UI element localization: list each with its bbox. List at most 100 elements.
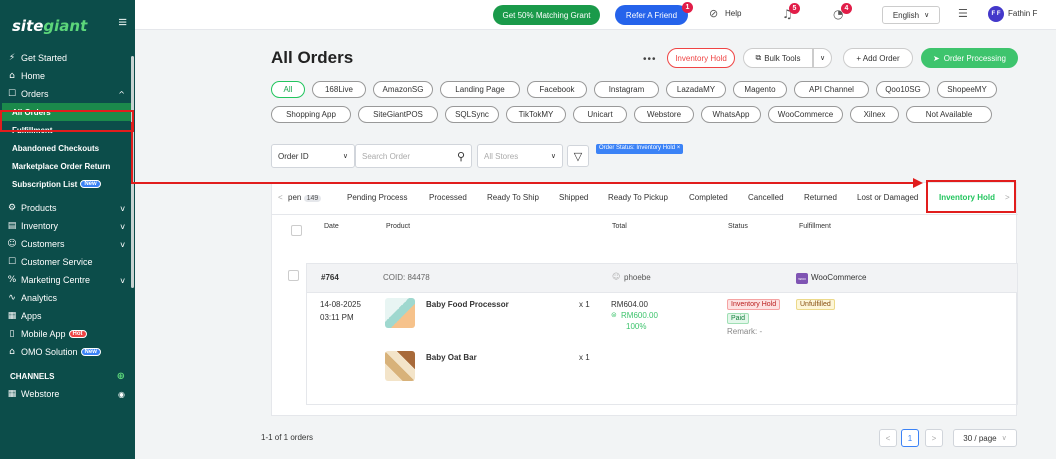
orders-count-label: 1-1 of 1 orders — [261, 433, 314, 442]
sidebar-item-products[interactable]: ⚙ Products v — [0, 199, 135, 217]
sidebar-item-customer-service[interactable]: ☐ Customer Service — [0, 253, 135, 271]
order-processing-label: Order Processing — [943, 53, 1006, 63]
sidebar-item-home[interactable]: ⌂ Home — [0, 67, 135, 85]
tab-ready-to-ship[interactable]: Ready To Ship — [487, 193, 539, 202]
tab-open[interactable]: pen 149 — [288, 193, 322, 202]
product-thumbnail[interactable] — [385, 351, 415, 381]
search-field-select[interactable]: Order ID ∨ — [271, 144, 355, 168]
channel-chip-qoo10sg[interactable]: Qoo10SG — [876, 81, 930, 98]
help-link[interactable]: Help — [725, 9, 741, 18]
tab-lost-or-damaged[interactable]: Lost or Damaged — [857, 193, 918, 202]
sidebar-item-label: Analytics — [21, 293, 58, 303]
tab-inventory-hold[interactable]: Inventory Hold — [939, 193, 995, 202]
sidebar-sub-all-orders[interactable]: All Orders — [2, 103, 133, 121]
refer-friend-button[interactable]: Refer A Friend — [615, 5, 688, 25]
channel-chip-api-channel[interactable]: API Channel — [794, 81, 869, 98]
page-size-select[interactable]: 30 / page ∨ — [953, 429, 1017, 447]
select-all-checkbox[interactable] — [291, 225, 302, 236]
woocommerce-logo-icon: woo — [796, 273, 808, 284]
product-thumbnail[interactable] — [385, 298, 415, 328]
channel-chip-xilnex[interactable]: Xilnex — [850, 106, 899, 123]
new-badge: New — [80, 180, 101, 188]
order-processing-button[interactable]: ➤ Order Processing — [921, 48, 1018, 68]
tab-shipped[interactable]: Shipped — [559, 193, 588, 202]
matching-grant-button[interactable]: Get 50% Matching Grant — [493, 5, 600, 25]
layout-icon[interactable]: ☰ — [958, 7, 968, 20]
sidebar-item-label: Customers — [21, 239, 65, 249]
status-filter-tag[interactable]: Order Status: Inventory Hold × — [596, 144, 684, 154]
tab-completed[interactable]: Completed — [689, 193, 728, 202]
channel-chip-tiktokmy[interactable]: TikTokMY — [506, 106, 566, 123]
pagination-page-1[interactable]: 1 — [901, 429, 919, 447]
search-icon[interactable]: ⚲ — [457, 150, 465, 163]
eye-icon[interactable]: ◉ — [118, 390, 125, 399]
channel-chip-whatsapp[interactable]: WhatsApp — [701, 106, 761, 123]
pagination-next[interactable]: > — [925, 429, 943, 447]
sidebar-item-mobile-app[interactable]: ▯ Mobile App Hot — [0, 325, 135, 343]
tab-ready-to-pickup[interactable]: Ready To Pickup — [608, 193, 668, 202]
bulk-tools-button[interactable]: ⧉ Bulk Tools — [743, 48, 813, 68]
sidebar-item-marketing-centre[interactable]: % Marketing Centre v — [0, 271, 135, 289]
channel-chip-webstore[interactable]: Webstore — [634, 106, 694, 123]
channel-chip-landing-page[interactable]: Landing Page — [440, 81, 520, 98]
timer-notification-badge: 4 — [841, 3, 852, 14]
channel-chip-unicart[interactable]: Unicart — [573, 106, 627, 123]
search-order-input[interactable]: Search Order ⚲ — [355, 144, 472, 168]
tabs-scroll-right-icon[interactable]: > — [1005, 193, 1010, 202]
avatar[interactable]: F F — [988, 6, 1004, 22]
page-size-value: 30 / page — [963, 433, 997, 443]
product-name[interactable]: Baby Food Processor — [426, 300, 509, 309]
language-select[interactable]: English ∨ — [882, 6, 940, 24]
sidebar-item-webstore[interactable]: ▦ Webstore ◉ — [0, 385, 135, 403]
sidebar-item-label: Inventory — [21, 221, 59, 231]
channel-chip-instagram[interactable]: Instagram — [594, 81, 659, 98]
chevron-up-icon: ^ — [118, 89, 125, 99]
filter-icon[interactable]: ▽ — [567, 145, 589, 167]
channel-chip-168live[interactable]: 168Live — [312, 81, 366, 98]
channel-chip-amazonsg[interactable]: AmazonSG — [373, 81, 433, 98]
sidebar-item-apps[interactable]: ▦ Apps — [0, 307, 135, 325]
channel-chip-woocommerce[interactable]: WooCommerce — [768, 106, 843, 123]
inventory-hold-button[interactable]: Inventory Hold — [667, 48, 735, 68]
order-checkbox[interactable] — [288, 270, 299, 281]
sidebar-item-omo-solution[interactable]: ⌂ OMO Solution New — [0, 343, 135, 361]
sitegiant-logo[interactable]: sitegiant — [12, 11, 87, 35]
sidebar-item-get-started[interactable]: ⚡ Get Started — [0, 49, 135, 67]
user-name[interactable]: Fathin F — [1008, 9, 1037, 18]
more-options-icon[interactable]: ••• — [643, 54, 657, 65]
channel-chip-magento[interactable]: Magento — [733, 81, 787, 98]
sidebar-item-inventory[interactable]: ▤ Inventory v — [0, 217, 135, 235]
channel-chip-sitegiantpos[interactable]: SiteGiantPOS — [358, 106, 438, 123]
bolt-icon: ⚡ — [8, 53, 16, 63]
annotation-connector-horizontal — [131, 182, 917, 184]
channel-chip-lazadamy[interactable]: LazadaMY — [666, 81, 726, 98]
tabs-scroll-left-icon[interactable]: < — [278, 193, 283, 202]
add-channel-icon[interactable]: ⊕ — [117, 371, 125, 382]
product-name[interactable]: Baby Oat Bar — [426, 353, 477, 362]
sidebar-sub-subscription-list[interactable]: Subscription List New — [0, 175, 135, 193]
channel-chip-facebook[interactable]: Facebook — [527, 81, 587, 98]
tab-pending-process[interactable]: Pending Process — [347, 193, 407, 202]
sidebar-item-analytics[interactable]: ∿ Analytics — [0, 289, 135, 307]
tab-returned[interactable]: Returned — [804, 193, 837, 202]
sidebar-item-orders[interactable]: ☐ Orders ^ — [0, 85, 135, 103]
sidebar-sub-marketplace-order-return[interactable]: Marketplace Order Return — [0, 157, 135, 175]
store-select[interactable]: All Stores ∨ — [477, 144, 563, 168]
pagination-prev[interactable]: < — [879, 429, 897, 447]
channel-chip-shopeemy[interactable]: ShopeeMY — [937, 81, 997, 98]
order-customer[interactable]: phoebe — [624, 273, 651, 282]
tab-cancelled[interactable]: Cancelled — [748, 193, 784, 202]
channel-chip-shopping-app[interactable]: Shopping App — [271, 106, 351, 123]
channel-chip-all[interactable]: All — [271, 81, 305, 98]
channel-chip-sqlsync[interactable]: SQLSync — [445, 106, 499, 123]
tab-processed[interactable]: Processed — [429, 193, 467, 202]
hamburger-menu-icon[interactable]: ≡ — [118, 15, 127, 30]
help-icon[interactable]: ⊘ — [709, 7, 718, 20]
sidebar-sub-abandoned-checkouts[interactable]: Abandoned Checkouts — [0, 139, 135, 157]
bulk-tools-dropdown[interactable]: ∨ — [813, 48, 832, 68]
sidebar-item-customers[interactable]: ☺ Customers v — [0, 235, 135, 253]
channel-chip-not-available[interactable]: Not Available — [906, 106, 992, 123]
order-number[interactable]: #764 — [321, 273, 339, 282]
sidebar-sub-fulfillment[interactable]: Fulfillment — [0, 121, 135, 139]
add-order-button[interactable]: + Add Order — [843, 48, 913, 68]
